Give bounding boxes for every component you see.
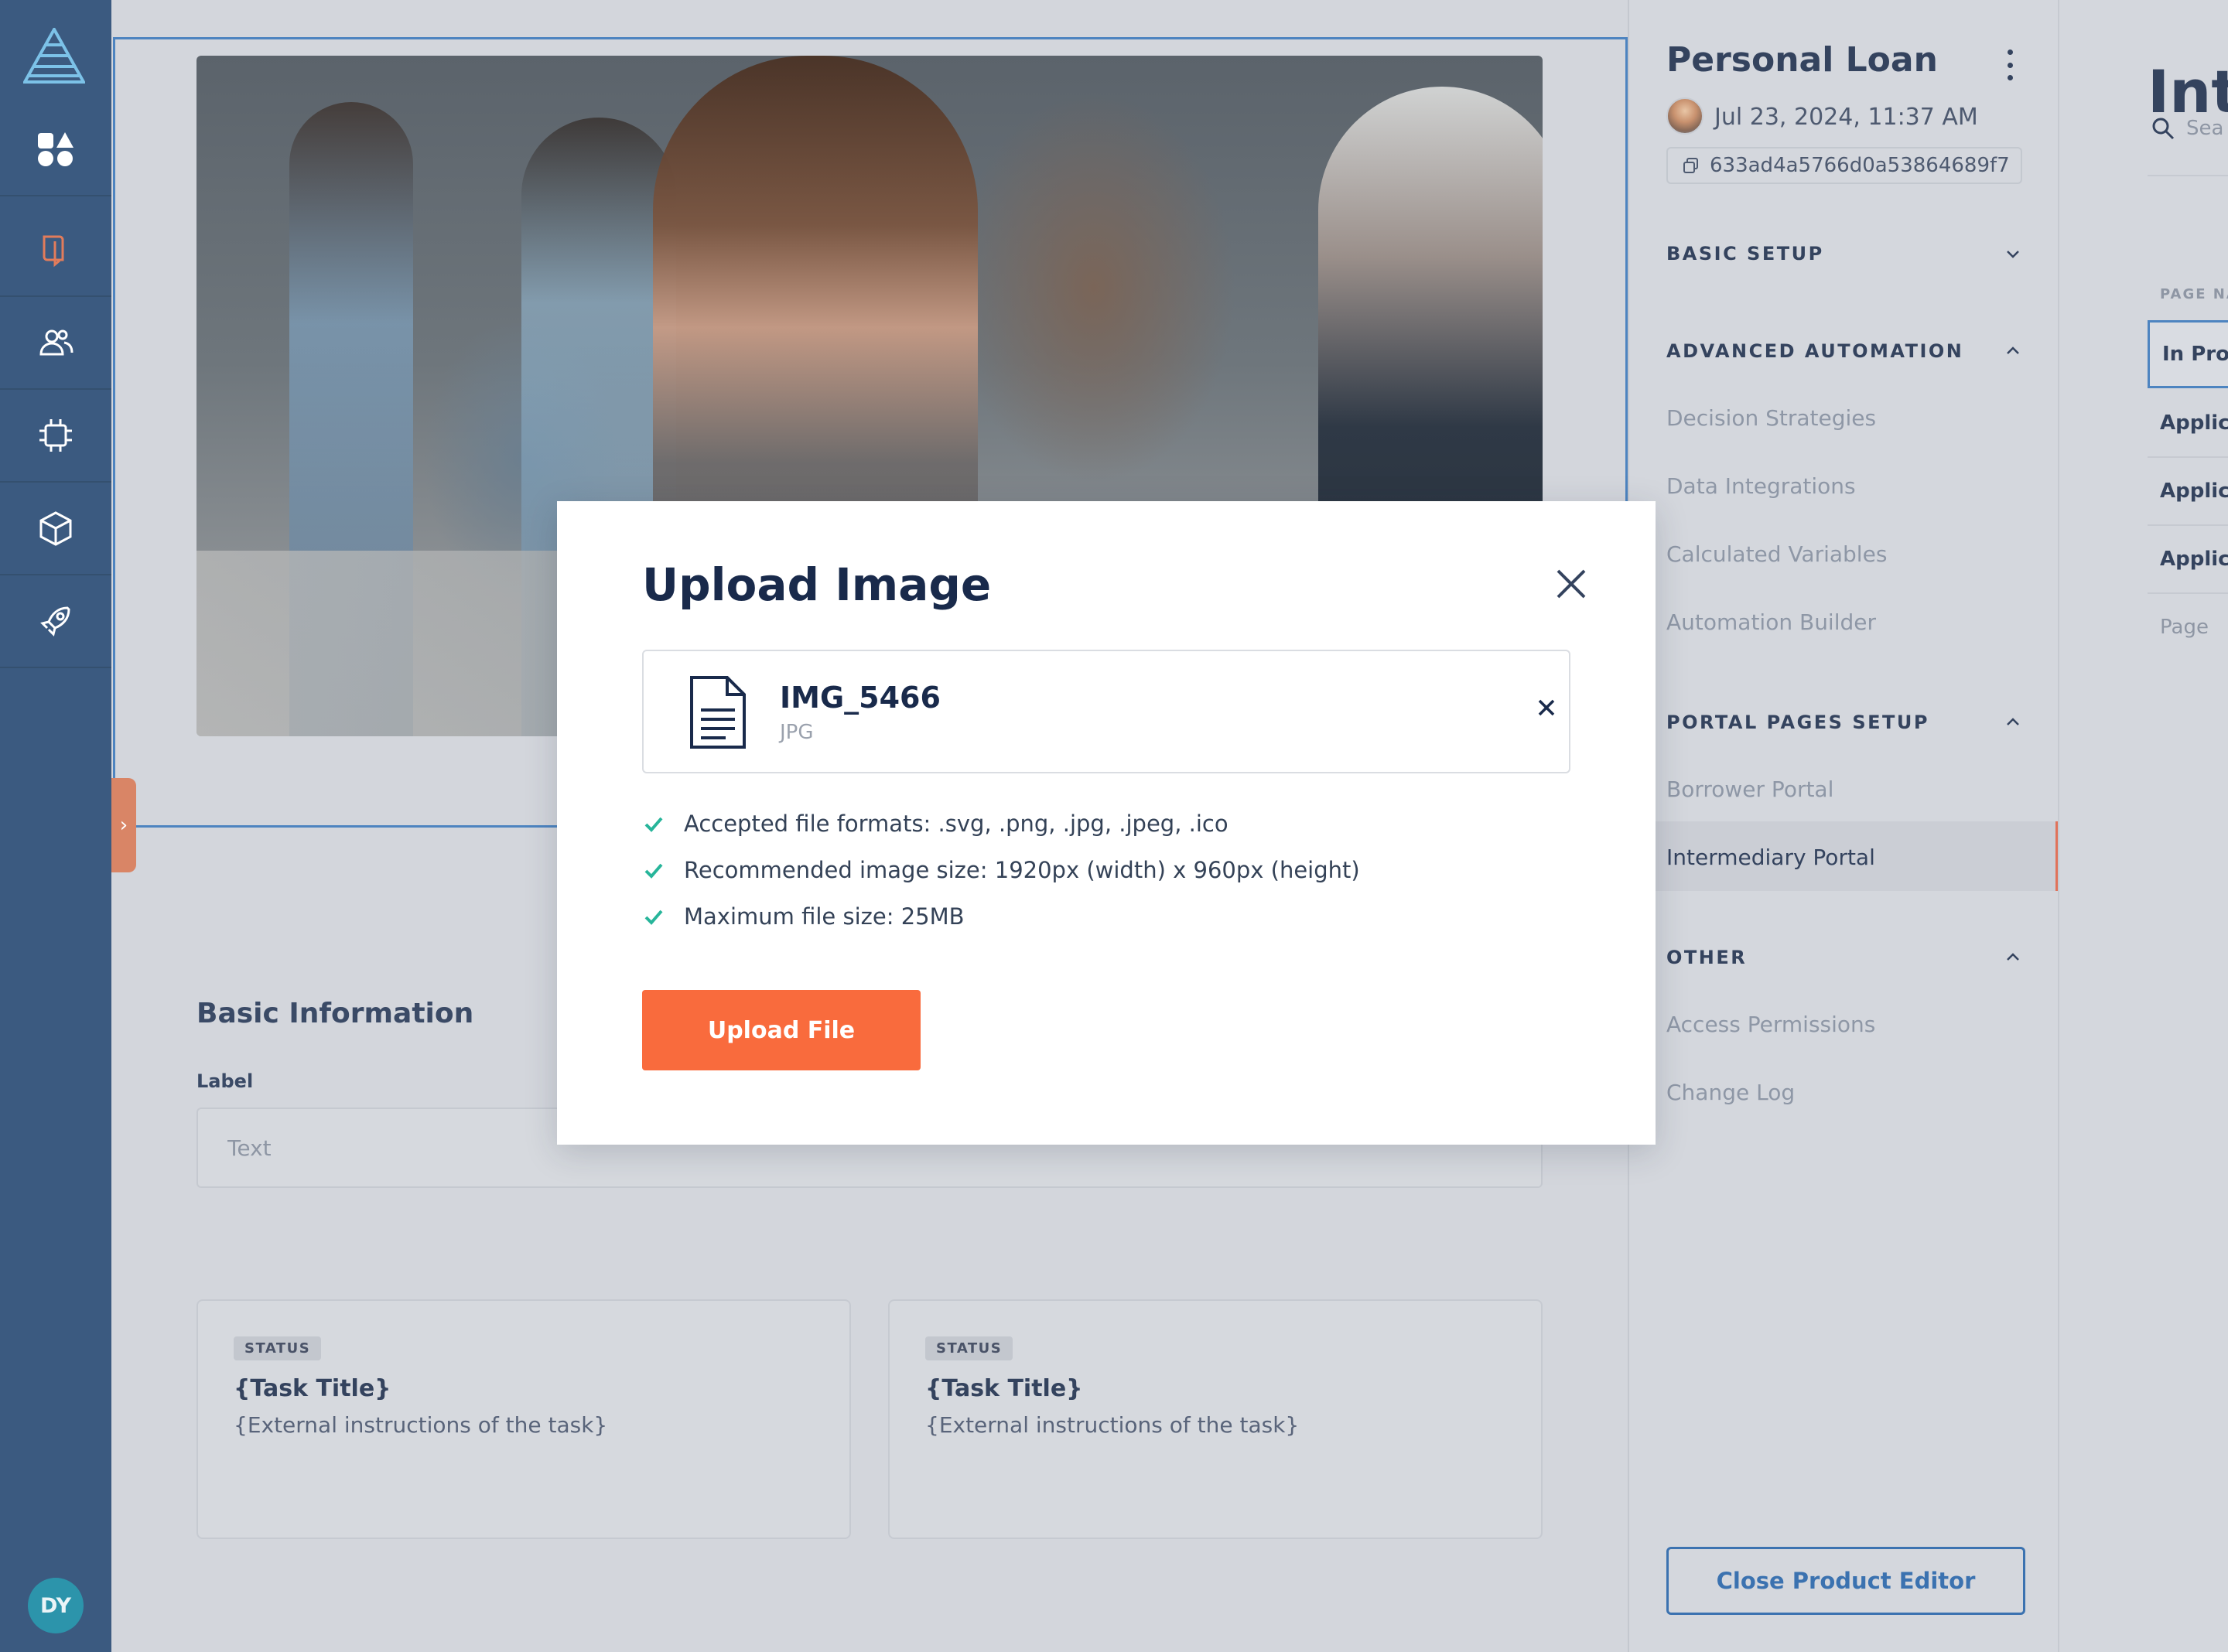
upload-image-modal: Upload Image IMG_5466 JPG Accepted file … [557, 501, 1656, 1145]
product-title: Personal Loan [1666, 40, 1938, 80]
requirement-item: Accepted file formats: .svg, .png, .jpg,… [642, 811, 1228, 837]
label-field-label: Label [196, 1070, 254, 1092]
chip-icon[interactable] [0, 390, 111, 483]
section-other[interactable]: OTHER [1666, 947, 2022, 968]
updated-date: Jul 23, 2024, 11:37 AM [1714, 104, 1978, 131]
shapes-icon[interactable] [0, 104, 111, 196]
task-card[interactable]: STATUS {Task Title} {External instructio… [196, 1299, 851, 1539]
author-avatar [1666, 97, 1703, 135]
left-navigation-rail: DY [0, 0, 111, 1652]
cube-icon[interactable] [0, 483, 111, 575]
modal-title: Upload Image [642, 558, 992, 611]
product-editor-panel: Personal Loan Jul 23, 2024, 11:37 AM 633… [1628, 0, 2058, 1652]
check-icon [644, 863, 663, 879]
section-advanced-automation[interactable]: ADVANCED AUTOMATION [1666, 340, 2022, 362]
book-open-icon[interactable] [0, 204, 111, 297]
chevron-right-icon: › [119, 814, 128, 837]
task-description: {External instructions of the task} [925, 1412, 1300, 1438]
pages-preview-panel: Int Sea PAGE NA In Prog Applica Applica … [2058, 0, 2228, 1652]
task-title: {Task Title} [925, 1375, 1083, 1402]
nav-calculated-variables[interactable]: Calculated Variables [1666, 541, 1887, 567]
chevron-up-icon [2007, 718, 2019, 725]
table-row[interactable]: Applica [2148, 390, 2228, 458]
section-portal-pages-setup[interactable]: PORTAL PAGES SETUP [1666, 712, 2022, 733]
nav-access-permissions[interactable]: Access Permissions [1666, 1012, 1875, 1037]
user-avatar[interactable]: DY [28, 1578, 84, 1633]
check-icon [644, 817, 663, 832]
status-badge: STATUS [925, 1336, 1013, 1360]
task-card[interactable]: STATUS {Task Title} {External instructio… [888, 1299, 1543, 1539]
task-description: {External instructions of the task} [234, 1412, 608, 1438]
nav-change-log[interactable]: Change Log [1666, 1080, 1795, 1105]
divider [2148, 175, 2228, 176]
nav-automation-builder[interactable]: Automation Builder [1666, 609, 1876, 635]
section-title: Basic Information [196, 998, 474, 1029]
product-id-copy[interactable]: 633ad4a5766d0a53864689f7 [1666, 147, 2022, 184]
search-icon [2152, 118, 2175, 140]
requirement-item: Maximum file size: 25MB [642, 903, 965, 930]
nav-borrower-portal[interactable]: Borrower Portal [1666, 777, 1833, 802]
app-logo-icon[interactable] [22, 26, 87, 84]
close-icon[interactable] [1550, 563, 1592, 605]
remove-file-icon[interactable] [1535, 696, 1558, 719]
chevron-up-icon [2007, 346, 2019, 354]
document-icon [690, 676, 746, 749]
table-row[interactable]: Applica [2148, 526, 2228, 594]
more-options-icon[interactable] [2002, 49, 2018, 80]
close-product-editor-button[interactable]: Close Product Editor [1666, 1547, 2025, 1615]
copy-icon [1683, 158, 1698, 173]
table-row[interactable]: Applica [2148, 458, 2228, 526]
chevron-down-icon [2007, 251, 2019, 258]
status-badge: STATUS [234, 1336, 322, 1360]
selected-file: IMG_5466 JPG [642, 650, 1570, 773]
pagination-label: Page [2160, 616, 2209, 639]
requirement-item: Recommended image size: 1920px (width) x… [642, 857, 1360, 883]
expand-panel-toggle[interactable]: › [111, 778, 136, 872]
file-type: JPG [780, 721, 814, 744]
users-icon[interactable] [0, 297, 111, 390]
search-placeholder: Sea [2186, 117, 2224, 140]
preview-search[interactable]: Sea [2151, 116, 2223, 141]
task-title: {Task Title} [234, 1375, 391, 1402]
chevron-up-icon [2007, 953, 2019, 961]
rocket-icon[interactable] [0, 575, 111, 668]
table-row[interactable]: In Prog [2148, 320, 2228, 388]
section-basic-setup[interactable]: BASIC SETUP [1666, 243, 2022, 265]
column-header-page-name: PAGE NA [2160, 286, 2228, 302]
nav-intermediary-portal[interactable]: Intermediary Portal [1666, 845, 1875, 870]
file-name: IMG_5466 [780, 681, 941, 715]
product-id: 633ad4a5766d0a53864689f7 [1710, 154, 2010, 177]
check-icon [644, 910, 663, 925]
nav-decision-strategies[interactable]: Decision Strategies [1666, 405, 1876, 431]
upload-file-button[interactable]: Upload File [642, 990, 921, 1070]
nav-data-integrations[interactable]: Data Integrations [1666, 473, 1856, 499]
